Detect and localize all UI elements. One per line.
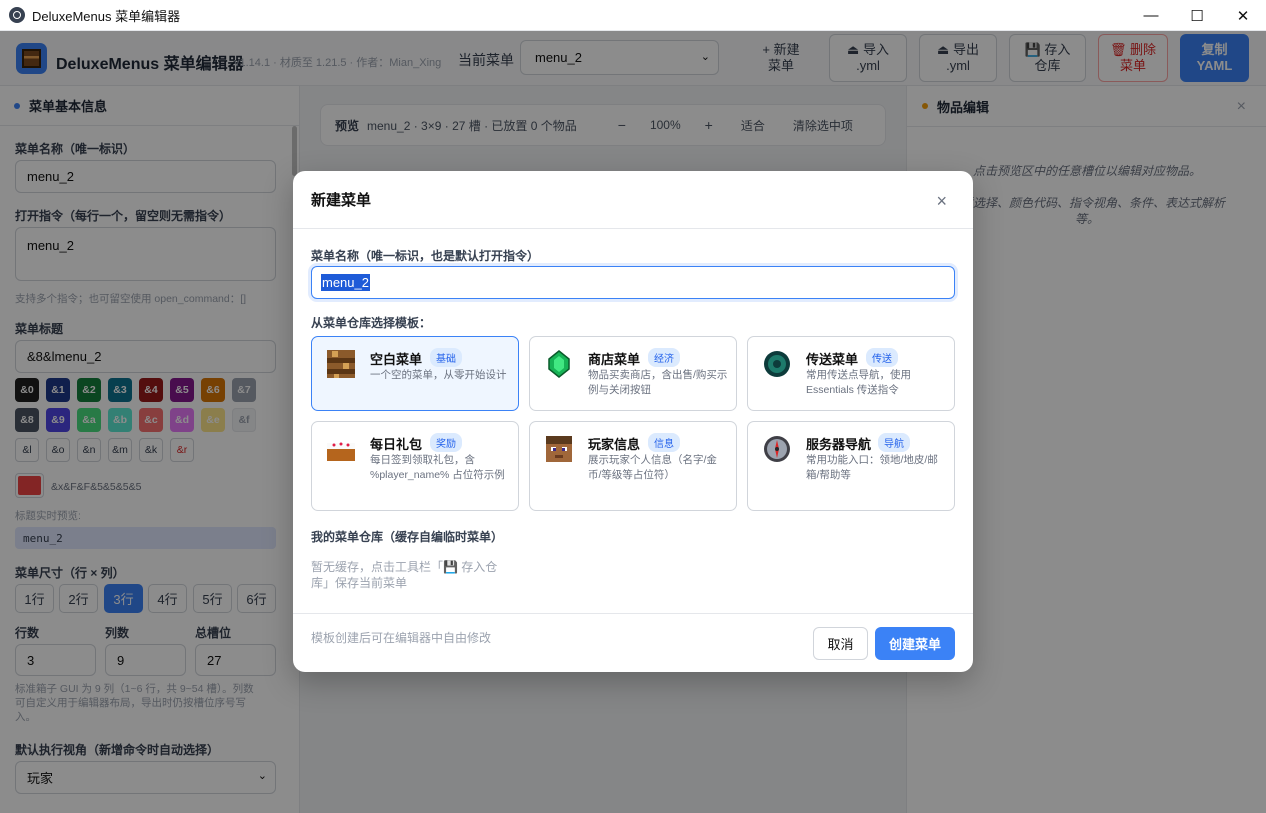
ender-pearl-icon bbox=[760, 347, 794, 381]
cancel-button[interactable]: 取消 bbox=[813, 627, 868, 660]
template-name: 每日礼包 bbox=[370, 437, 423, 452]
dialog-title: 新建菜单 bbox=[293, 171, 973, 229]
template-desc: 常用功能入口：领地/地皮/邮箱/帮助等 bbox=[806, 454, 938, 481]
template-card-player-info[interactable]: 玩家信息 信息 展示玩家个人信息（名字/金币/等级等占位符） bbox=[529, 421, 737, 511]
player-head-icon bbox=[542, 432, 576, 466]
dialog-close-button[interactable]: × bbox=[936, 191, 947, 212]
template-card-blank[interactable]: 空白菜单 基础 一个空的菜单，从零开始设计 bbox=[311, 336, 519, 411]
close-window-button[interactable]: ✕ bbox=[1220, 0, 1266, 31]
maximize-button[interactable]: ☐ bbox=[1174, 0, 1220, 31]
template-desc: 展示玩家个人信息（名字/金币/等级等占位符） bbox=[588, 454, 717, 481]
compass-icon bbox=[760, 432, 794, 466]
template-desc: 常用传送点导航，使用 Essentials 传送指令 bbox=[806, 369, 911, 396]
footer-hint: 模板创建后可在编辑器中自由修改 bbox=[311, 631, 492, 645]
template-desc: 一个空的菜单，从零开始设计 bbox=[370, 369, 507, 381]
template-label: 从菜单仓库选择模板： bbox=[311, 316, 432, 330]
template-name: 空白菜单 bbox=[370, 352, 423, 367]
template-tag: 传送 bbox=[866, 348, 898, 367]
dialog-name-value: menu_2 bbox=[321, 274, 370, 291]
template-name: 传送菜单 bbox=[806, 352, 859, 367]
template-name: 商店菜单 bbox=[588, 352, 641, 367]
template-card-teleport[interactable]: 传送菜单 传送 常用传送点导航，使用 Essentials 传送指令 bbox=[747, 336, 955, 411]
template-desc: 每日签到领取礼包，含 %player_name% 占位符示例 bbox=[370, 454, 505, 481]
new-menu-dialog: 新建菜单 × 菜单名称（唯一标识，也是默认打开指令） menu_2 从菜单仓库选… bbox=[293, 171, 973, 672]
my-repo-label: 我的菜单仓库（缓存自编临时菜单） bbox=[311, 530, 504, 544]
template-card-daily-gift[interactable]: 每日礼包 奖励 每日签到领取礼包，含 %player_name% 占位符示例 bbox=[311, 421, 519, 511]
template-tag: 奖励 bbox=[430, 433, 462, 452]
window-titlebar: DeluxeMenus 菜单编辑器 — ☐ ✕ bbox=[0, 0, 1266, 31]
template-name: 服务器导航 bbox=[806, 437, 872, 452]
template-card-shop[interactable]: 商店菜单 经济 物品买卖商店，含出售/购买示例与关闭按钮 bbox=[529, 336, 737, 411]
dialog-name-input[interactable]: menu_2 bbox=[311, 266, 955, 299]
template-card-server-nav[interactable]: 服务器导航 导航 常用功能入口：领地/地皮/邮箱/帮助等 bbox=[747, 421, 955, 511]
dialog-name-label: 菜单名称（唯一标识，也是默认打开指令） bbox=[311, 249, 540, 263]
dialog-footer: 模板创建后可在编辑器中自由修改 取消 创建菜单 bbox=[293, 613, 973, 672]
cake-icon bbox=[324, 432, 358, 466]
bookshelf-icon bbox=[324, 347, 358, 381]
template-name: 玩家信息 bbox=[588, 437, 641, 452]
window-title: DeluxeMenus 菜单编辑器 bbox=[32, 8, 181, 24]
minimize-button[interactable]: — bbox=[1128, 0, 1174, 31]
create-menu-button[interactable]: 创建菜单 bbox=[875, 627, 955, 660]
template-desc: 物品买卖商店，含出售/购买示例与关闭按钮 bbox=[588, 369, 728, 396]
template-tag: 导航 bbox=[878, 433, 910, 452]
app-icon bbox=[9, 7, 25, 23]
emerald-icon bbox=[542, 347, 576, 381]
template-tag: 基础 bbox=[430, 348, 462, 367]
template-tag: 信息 bbox=[648, 433, 680, 452]
template-tag: 经济 bbox=[648, 348, 680, 367]
empty-repo-hint: 暂无缓存，点击工具栏「💾 存入仓 库」保存当前菜单 bbox=[311, 560, 498, 590]
